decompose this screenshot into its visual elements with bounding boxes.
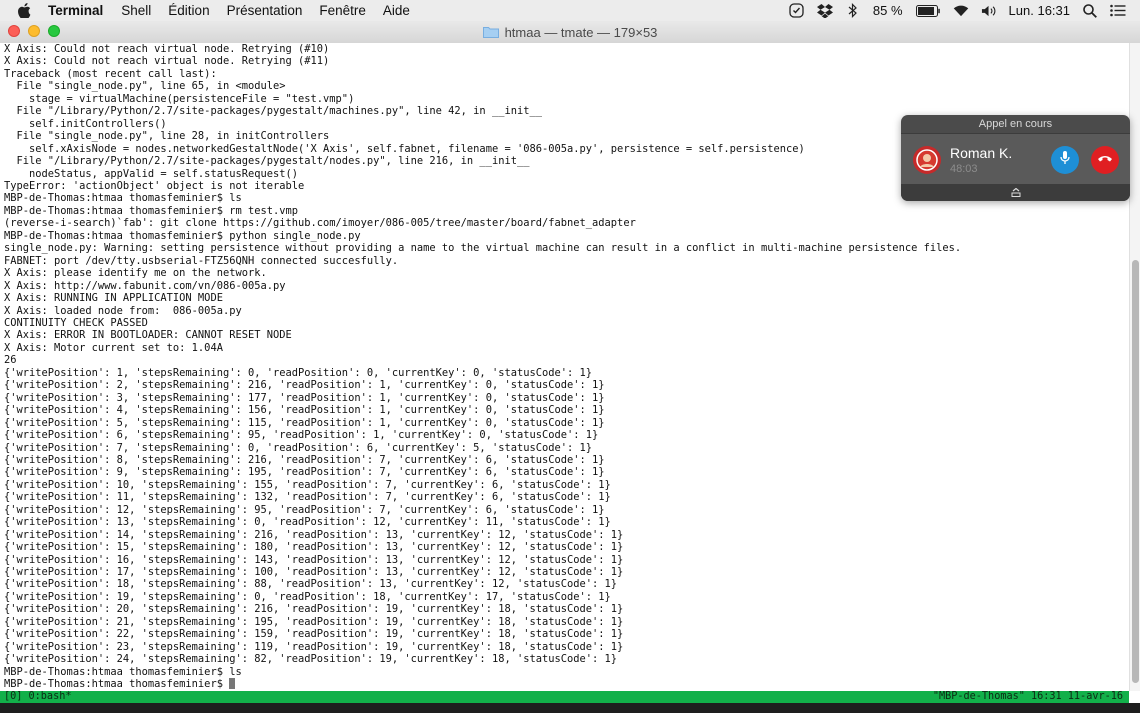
terminal-line: self.initControllers() [4, 117, 167, 130]
terminal-line: {'writePosition': 15, 'stepsRemaining': … [4, 541, 624, 554]
terminal-scrollbar[interactable] [1129, 43, 1140, 691]
spotlight-search-icon[interactable] [1082, 3, 1098, 19]
menu-edition[interactable]: Édition [168, 3, 209, 18]
terminal-line: X Axis: Motor current set to: 1.04A [4, 341, 223, 354]
terminal-line: X Axis: Could not reach virtual node. Re… [4, 43, 330, 55]
call-duration: 48:03 [950, 163, 978, 175]
checkmark-circle-icon[interactable] [789, 3, 805, 19]
phone-hangup-icon [1097, 151, 1113, 169]
terminal-line: TypeError: 'actionObject' object is not … [4, 179, 305, 192]
terminal-line: FABNET: port /dev/tty.usbserial-FTZ56QNH… [4, 254, 399, 267]
bluetooth-icon[interactable] [845, 3, 861, 19]
terminal-line: {'writePosition': 7, 'stepsRemaining': 0… [4, 441, 593, 454]
terminal-line: {'writePosition': 4, 'stepsRemaining': 1… [4, 404, 605, 417]
terminal-line: single_node.py: Warning: setting persist… [4, 242, 962, 255]
terminal-prompt[interactable]: MBP-de-Thomas:htmaa thomasfeminier$ [4, 678, 229, 690]
menu-aide[interactable]: Aide [383, 3, 410, 18]
terminal-line: (reverse-i-search)`fab': git clone https… [4, 217, 636, 230]
tmux-host-clock: "MBP-de-Thomas" 16:31 11-avr-16 [932, 691, 1123, 702]
tmux-window-list[interactable]: [0] 0:bash* [0, 691, 71, 703]
terminal-line: {'writePosition': 13, 'stepsRemaining': … [4, 516, 611, 529]
window-titlebar: htmaa — tmate — 179×53 [0, 21, 1140, 44]
battery-percent: 85 % [872, 3, 903, 18]
close-button[interactable] [8, 25, 20, 37]
mute-button[interactable] [1051, 146, 1079, 174]
call-expand-handle[interactable] [901, 184, 1130, 201]
call-body: Roman K. 48:03 [901, 134, 1130, 184]
terminal-line: MBP-de-Thomas:htmaa thomasfeminier$ pyth… [4, 229, 361, 242]
call-status-label: Appel en cours [901, 115, 1130, 134]
menu-app-terminal[interactable]: Terminal [48, 3, 103, 18]
terminal-line: X Axis: RUNNING IN APPLICATION MODE [4, 292, 223, 305]
terminal-line: File "/Library/Python/2.7/site-packages/… [4, 155, 530, 168]
volume-icon[interactable] [981, 3, 997, 19]
terminal-line: X Axis: ERROR IN BOOTLOADER: CANNOT RESE… [4, 329, 292, 342]
caller-name: Roman K. [950, 145, 1013, 161]
wifi-icon[interactable] [953, 3, 969, 19]
terminal-line: 26 [4, 354, 17, 367]
tmux-status-bar: [0] 0:bash* "MBP-de-Thomas" 16:31 11-avr… [0, 691, 1129, 703]
terminal-line: X Axis: loaded node from: 086-005a.py [4, 304, 242, 317]
terminal-line: MBP-de-Thomas:htmaa thomasfeminier$ ls [4, 665, 242, 678]
terminal-line: nodeStatus, appValid = self.statusReques… [4, 167, 299, 180]
terminal-line: {'writePosition': 14, 'stepsRemaining': … [4, 528, 624, 541]
terminal-line: X Axis: Could not reach virtual node. Re… [4, 55, 330, 68]
folder-icon [482, 26, 499, 38]
notification-center-icon[interactable] [1110, 3, 1126, 19]
window-title: htmaa — tmate — 179×53 [504, 24, 658, 40]
expand-icon [1011, 184, 1021, 202]
terminal-line: {'writePosition': 1, 'stepsRemaining': 0… [4, 366, 593, 379]
terminal-line: {'writePosition': 22, 'stepsRemaining': … [4, 628, 624, 641]
terminal-line: {'writePosition': 19, 'stepsRemaining': … [4, 590, 611, 603]
terminal-line: CONTINUITY CHECK PASSED [4, 316, 148, 329]
hangup-button[interactable] [1091, 146, 1119, 174]
terminal-line: {'writePosition': 17, 'stepsRemaining': … [4, 566, 624, 579]
terminal-line: {'writePosition': 11, 'stepsRemaining': … [4, 491, 611, 504]
terminal-line: File "single_node.py", line 28, in initC… [4, 130, 330, 143]
terminal-line: {'writePosition': 12, 'stepsRemaining': … [4, 503, 605, 516]
terminal-line: self.xAxisNode = nodes.networkedGestaltN… [4, 142, 805, 155]
menu-shell[interactable]: Shell [121, 3, 151, 18]
menu-fenetre[interactable]: Fenêtre [319, 3, 366, 18]
window-title-group: htmaa — tmate — 179×53 [482, 24, 658, 40]
terminal-line: {'writePosition': 10, 'stepsRemaining': … [4, 478, 611, 491]
caller-avatar [913, 146, 941, 174]
terminal-line: {'writePosition': 21, 'stepsRemaining': … [4, 615, 624, 628]
terminal-line: MBP-de-Thomas:htmaa thomasfeminier$ rm t… [4, 204, 299, 217]
terminal-line: {'writePosition': 24, 'stepsRemaining': … [4, 653, 618, 666]
terminal-line: {'writePosition': 23, 'stepsRemaining': … [4, 640, 624, 653]
traffic-lights [8, 25, 60, 37]
menubar-clock[interactable]: Lun. 16:31 [1009, 3, 1070, 18]
terminal-line: {'writePosition': 18, 'stepsRemaining': … [4, 578, 618, 591]
menu-presentation[interactable]: Présentation [227, 3, 303, 18]
terminal-line: X Axis: please identify me on the networ… [4, 267, 267, 280]
terminal-line: {'writePosition': 20, 'stepsRemaining': … [4, 603, 624, 616]
terminal-line: {'writePosition': 3, 'stepsRemaining': 1… [4, 391, 605, 404]
dropbox-icon[interactable] [816, 3, 833, 19]
terminal-line: {'writePosition': 9, 'stepsRemaining': 1… [4, 466, 605, 479]
status-area: 85 % Lun. 16:31 [789, 3, 1126, 19]
apple-icon[interactable] [18, 3, 34, 18]
terminal-line: X Axis: http://www.fabunit.com/vn/086-00… [4, 279, 286, 292]
terminal-line: Traceback (most recent call last): [4, 67, 217, 80]
terminal-cursor [229, 678, 236, 690]
terminal-line: File "/Library/Python/2.7/site-packages/… [4, 105, 543, 118]
terminal-line: {'writePosition': 5, 'stepsRemaining': 1… [4, 416, 605, 429]
minimize-button[interactable] [28, 25, 40, 37]
zoom-button[interactable] [48, 25, 60, 37]
terminal-line: File "single_node.py", line 65, in <modu… [4, 80, 286, 93]
window-bottom-edge [0, 703, 1140, 713]
scrollbar-thumb[interactable] [1132, 260, 1139, 683]
call-overlay[interactable]: Appel en cours Roman K. 48:03 [901, 115, 1130, 201]
terminal-line: stage = virtualMachine(persistenceFile =… [4, 92, 355, 105]
terminal-line: {'writePosition': 16, 'stepsRemaining': … [4, 553, 624, 566]
battery-icon[interactable] [915, 3, 941, 19]
terminal-line: {'writePosition': 2, 'stepsRemaining': 2… [4, 379, 605, 392]
terminal-line: {'writePosition': 8, 'stepsRemaining': 2… [4, 453, 605, 466]
terminal-line: {'writePosition': 6, 'stepsRemaining': 9… [4, 429, 599, 442]
terminal-line: MBP-de-Thomas:htmaa thomasfeminier$ ls [4, 192, 242, 205]
microphone-icon [1059, 150, 1071, 170]
menu-bar: Terminal Shell Édition Présentation Fenê… [0, 0, 1140, 22]
